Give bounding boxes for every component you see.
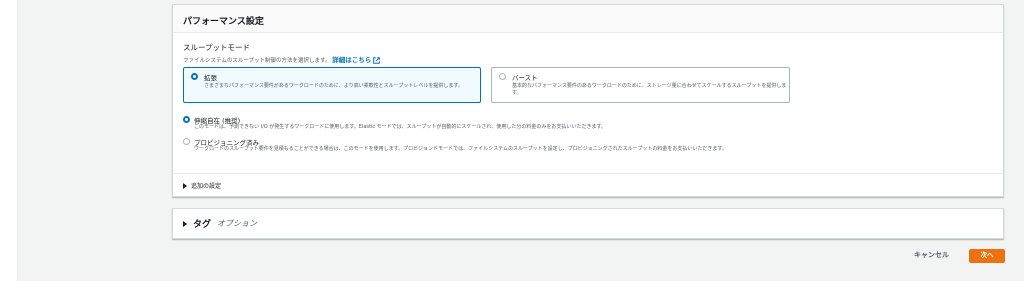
divider — [173, 173, 1003, 174]
caret-right-icon — [183, 182, 187, 189]
caret-right-icon — [183, 220, 187, 227]
learn-more-link[interactable]: 詳細はこちら — [332, 56, 381, 64]
radio-bursting[interactable] — [499, 73, 506, 80]
additional-settings-label: 追加の設定 — [191, 183, 222, 190]
tags-title: タグ — [193, 220, 212, 230]
panel-title: パフォーマンス設定 — [183, 17, 264, 27]
radio-enhanced[interactable] — [191, 73, 198, 80]
external-link-icon — [373, 56, 381, 64]
throughput-mode-description: ファイルシステムのスループット制御の方法を選択します。 詳細はこちら — [183, 54, 381, 64]
tile-enhanced-description: さまざまなパフォーマンス要件があるワークロードのために、より高い柔軟性とスループ… — [204, 83, 463, 89]
tile-bursting-description: 基本的なパフォーマンス要件のあるワークロードのために、ストレージ量に合わせてスケ… — [512, 83, 787, 96]
tile-enhanced[interactable]: 拡張 さまざまなパフォーマンス要件があるワークロードのために、より高い柔軟性とス… — [183, 67, 481, 103]
tags-section[interactable]: タグ オプション — [172, 208, 1004, 239]
throughput-description-text: ファイルシステムのスループット制御の方法を選択します。 — [183, 58, 331, 64]
left-sidebar-edge — [0, 0, 18, 281]
throughput-mode-label: スループットモード — [183, 43, 251, 52]
radio-elastic[interactable] — [183, 116, 190, 123]
cancel-button[interactable]: キャンセル — [914, 250, 949, 260]
radio-provisioned[interactable] — [183, 138, 190, 145]
tile-enhanced-title: 拡張 — [204, 74, 217, 82]
next-button[interactable]: 次へ — [969, 249, 1005, 263]
option-provisioned-description: ワークロードのスループット要件を見積もることができる場合は、このモードを使用しま… — [194, 146, 727, 152]
performance-settings-panel: パフォーマンス設定 スループットモード ファイルシステムのスループット制御の方法… — [172, 4, 1004, 197]
option-elastic-description: このモードは、予測できない I/O が発生するワークロードに使用します。Elas… — [194, 124, 606, 130]
additional-settings-expander[interactable]: 追加の設定 — [183, 181, 221, 190]
tags-optional-label: オプション — [217, 219, 258, 228]
tile-bursting[interactable]: バースト 基本的なパフォーマンス要件のあるワークロードのために、ストレージ量に合… — [491, 67, 790, 103]
panel-header: パフォーマンス設定 — [173, 5, 1003, 33]
tile-bursting-title: バースト — [512, 74, 538, 82]
